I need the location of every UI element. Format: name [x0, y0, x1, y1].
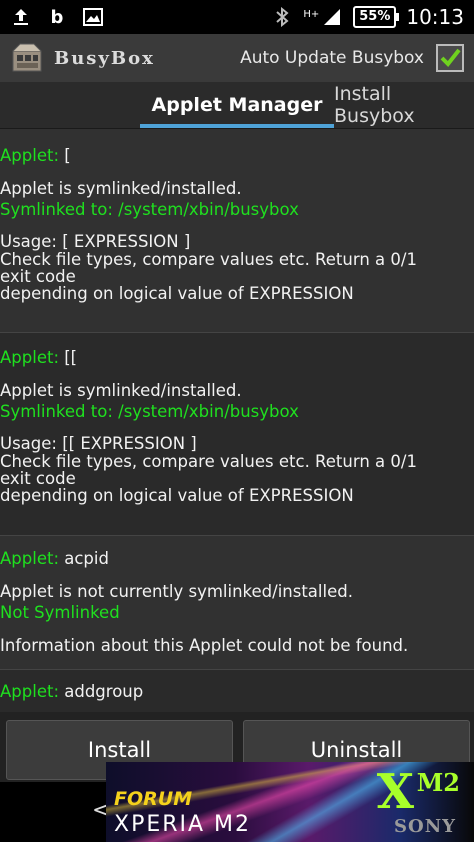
- tab-label: Applet Manager: [151, 94, 323, 116]
- applet-link: Symlinked to: /system/xbin/busybox: [0, 200, 299, 219]
- auto-update-checkbox[interactable]: [436, 44, 464, 72]
- list-item[interactable]: Applet: [ Applet is symlinked/installed.…: [0, 129, 474, 332]
- applet-title: Applet: [: [0, 146, 71, 165]
- list-item[interactable]: Applet: acpid Applet is not currently sy…: [0, 536, 474, 669]
- navigation-bar: [0, 782, 106, 842]
- bluetooth-icon: [271, 6, 293, 28]
- app-title: BusyBox: [54, 47, 155, 69]
- image-icon: [82, 6, 104, 28]
- tab-install-busybox[interactable]: Install Busybox: [334, 82, 474, 128]
- signal-icon: [321, 6, 343, 28]
- applet-usage: Usage: [ EXPRESSION ]: [0, 232, 191, 251]
- clock: 10:13: [406, 5, 464, 29]
- action-bar: BusyBox Auto Update Busybox: [0, 34, 474, 82]
- tab-applet-manager[interactable]: Applet Manager: [140, 82, 334, 128]
- list-item[interactable]: Applet: addgroup: [0, 670, 474, 712]
- forum-watermark-banner: FORUM XPERIA M2 X M2 SONY: [106, 762, 474, 842]
- checkmark-icon: [440, 48, 461, 68]
- network-type: H+: [303, 9, 320, 20]
- b-icon: b: [50, 6, 64, 28]
- applet-description: depending on logical value of EXPRESSION: [0, 284, 354, 303]
- applet-status: Applet is symlinked/installed.: [0, 381, 242, 400]
- xm2-logo: X: [376, 764, 414, 820]
- upload-icon: [10, 6, 32, 28]
- applet-title: Applet: acpid: [0, 549, 109, 568]
- banner-xperia-text: XPERIA M2: [114, 812, 252, 837]
- applet-status: Applet is symlinked/installed.: [0, 179, 242, 198]
- list-item[interactable]: Applet: [[ Applet is symlinked/installed…: [0, 333, 474, 535]
- applet-usage: Usage: [[ EXPRESSION ]: [0, 434, 197, 453]
- banner-forum-text: FORUM: [114, 788, 193, 810]
- applet-status: Applet is not currently symlinked/instal…: [0, 582, 353, 601]
- status-bar: b H+ 55% 10:13: [0, 0, 474, 34]
- auto-update-label: Auto Update Busybox: [240, 48, 424, 68]
- tab-bar: Applet Manager Install Busybox: [0, 82, 474, 129]
- applet-title: Applet: [[: [0, 348, 78, 367]
- busybox-app-icon: [10, 41, 44, 75]
- applet-link: Not Symlinked: [0, 603, 120, 622]
- applet-info: Information about this Applet could not …: [0, 636, 409, 655]
- sony-logo: SONY: [394, 816, 456, 837]
- applet-title: Applet: addgroup: [0, 682, 144, 701]
- applet-link: Symlinked to: /system/xbin/busybox: [0, 402, 299, 421]
- tab-indicator: [140, 124, 334, 128]
- m2-logo: M2: [416, 768, 460, 797]
- applet-description: depending on logical value of EXPRESSION: [0, 486, 354, 505]
- tab-label: Install Busybox: [334, 83, 415, 127]
- battery-indicator: 55%: [353, 6, 400, 28]
